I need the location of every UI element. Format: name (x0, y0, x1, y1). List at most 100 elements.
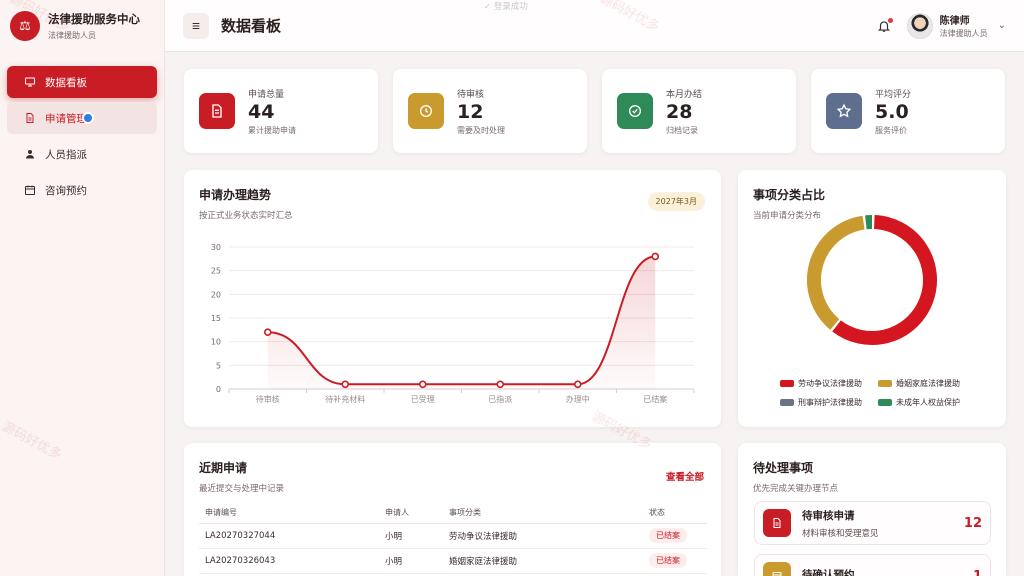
trend-point[interactable] (573, 380, 582, 389)
column-header: 状态 (643, 503, 707, 524)
sidebar-nav: 数据看板 申请管理 人员指派 咨询预约 (0, 52, 164, 206)
todo-item-title: 待确认预约 (802, 568, 855, 576)
hamburger-icon (192, 22, 200, 29)
recent-title: 近期申请 (199, 461, 248, 475)
legend-label: 刑事辩护法律援助 (798, 398, 862, 407)
stat-value: 44 (248, 100, 275, 123)
column-header: 申请人 (379, 503, 443, 524)
todo-item-title: 待审核申请 (802, 509, 855, 522)
legend-label: 劳动争议法律援助 (798, 379, 862, 388)
recent-subtitle: 最近提交与处理中记录 (199, 484, 285, 494)
column-header: 申请编号 (199, 503, 379, 524)
check-circle-icon (617, 93, 653, 129)
stat-label: 平均评分 (875, 89, 912, 100)
legend-item[interactable]: 未成年人权益保护 (878, 397, 978, 408)
y-tick-label: 30 (211, 243, 221, 252)
cell-applicant: 小明 (379, 523, 443, 549)
brand-subtitle: 法律援助人员 (48, 31, 96, 40)
document-icon (199, 93, 235, 129)
sidebar-item-appointments[interactable]: 咨询预约 (7, 174, 157, 206)
x-tick-label: 待补充材料 (325, 394, 365, 404)
menu-toggle-button[interactable] (183, 12, 209, 39)
sidebar-item-label: 人员指派 (45, 148, 87, 161)
notification-button[interactable] (877, 17, 893, 34)
brand-title: 法律援助服务中心 (48, 12, 140, 26)
sidebar-item-applications[interactable]: 申请管理 (7, 102, 157, 134)
donut-slice[interactable] (807, 215, 865, 330)
stat-value: 5.0 (875, 100, 909, 123)
stat-card-pending: 待审核 12 需要及时处理 (393, 69, 587, 153)
calendar-icon (763, 562, 791, 576)
star-icon (826, 93, 862, 129)
todo-count: 12 (963, 515, 982, 531)
y-tick-label: 20 (211, 290, 221, 299)
table-row[interactable]: LA20270326043 小明 婚姻家庭法律援助 已结案 (199, 548, 707, 574)
todo-item-appointment[interactable]: 待确认预约 1 (754, 554, 991, 576)
trend-point[interactable] (341, 380, 350, 389)
clock-icon (408, 93, 444, 129)
trend-point[interactable] (496, 380, 505, 389)
trend-point[interactable] (263, 328, 272, 336)
sidebar-item-assign[interactable]: 人员指派 (7, 138, 157, 170)
user-role: 法律援助人员 (939, 29, 988, 38)
stat-card-total: 申请总量 44 累计援助申请 (184, 69, 378, 153)
legend-swatch (878, 399, 892, 406)
user-icon (23, 147, 37, 161)
scales-icon: ⚖ (10, 11, 40, 41)
stat-label: 申请总量 (248, 89, 285, 100)
y-tick-label: 25 (211, 267, 221, 276)
stat-value: 12 (457, 100, 484, 123)
brand: ⚖ 法律援助服务中心 法律援助人员 (0, 0, 164, 52)
notification-dot (887, 17, 893, 23)
stat-note: 累计援助申请 (248, 125, 296, 135)
sidebar-item-dashboard[interactable]: 数据看板 (7, 66, 157, 98)
user-menu[interactable]: 陈律师 法律援助人员 (940, 12, 988, 39)
x-tick-label: 待审核 (256, 394, 280, 404)
legend-label: 婚姻家庭法律援助 (896, 379, 960, 388)
stat-label: 本月办结 (666, 89, 703, 100)
legend-item[interactable]: 婚姻家庭法律援助 (878, 378, 978, 389)
legend-swatch (780, 380, 794, 387)
monitor-icon (23, 75, 37, 89)
x-tick-label: 办理中 (566, 394, 590, 404)
sidebar-item-label: 咨询预约 (45, 184, 87, 197)
status-badge: 已结案 (649, 528, 687, 543)
todo-card: 待处理事项 优先完成关键办理节点 待审核申请 材料审核和受理意见 12 待确认预… (738, 443, 1006, 576)
x-tick-label: 已指派 (488, 394, 512, 404)
x-tick-label: 已受理 (411, 394, 435, 404)
cell-id: LA20270326043 (199, 548, 379, 574)
file-icon (23, 111, 37, 125)
view-all-link[interactable]: 查看全部 (666, 469, 704, 483)
todo-subtitle: 优先完成关键办理节点 (753, 484, 839, 494)
trend-point[interactable] (418, 380, 427, 389)
y-tick-label: 10 (211, 338, 221, 347)
todo-item-review[interactable]: 待审核申请 材料审核和受理意见 12 (754, 501, 991, 545)
chevron-down-icon[interactable]: ⌄ (998, 20, 1006, 31)
stat-card-rating: 平均评分 5.0 服务评价 (811, 69, 1005, 153)
category-donut-chart (807, 215, 937, 345)
stat-label: 待审核 (457, 89, 485, 100)
column-header: 事项分类 (443, 503, 643, 524)
status-badge: 已结案 (649, 553, 687, 568)
legend-item[interactable]: 刑事辩护法律援助 (780, 397, 878, 408)
donut-legend: 劳动争议法律援助 婚姻家庭法律援助 刑事辩护法律援助 未成年人权益保护 (780, 378, 978, 408)
stat-note: 归档记录 (666, 125, 698, 135)
cell-id: LA20270327044 (199, 523, 379, 549)
todo-title: 待处理事项 (753, 461, 814, 475)
toast-hint: ✓ 登录成功 (484, 2, 528, 12)
donut-slice[interactable] (832, 215, 937, 345)
trend-line-chart: 0 5 10 15 20 25 30 待审核 待补充材料 已受理 已指派 办理中 已结案 (211, 243, 695, 404)
x-tick-label: 已结案 (643, 394, 667, 404)
user-name: 陈律师 (939, 16, 970, 27)
avatar[interactable] (906, 12, 933, 39)
todo-item-sub: 材料审核和受理意见 (802, 528, 879, 539)
table-row[interactable]: LA20270327044 小明 劳动争议法律援助 已结案 (199, 523, 707, 549)
cursor-indicator-icon (82, 112, 94, 124)
cell-category: 劳动争议法律援助 (443, 523, 643, 549)
legend-item[interactable]: 劳动争议法律援助 (780, 378, 878, 389)
todo-count: 1 (972, 568, 982, 576)
stat-value: 28 (666, 100, 693, 123)
trend-point[interactable] (651, 252, 660, 261)
legend-label: 未成年人权益保护 (896, 398, 960, 407)
y-tick-label: 5 (216, 361, 221, 370)
